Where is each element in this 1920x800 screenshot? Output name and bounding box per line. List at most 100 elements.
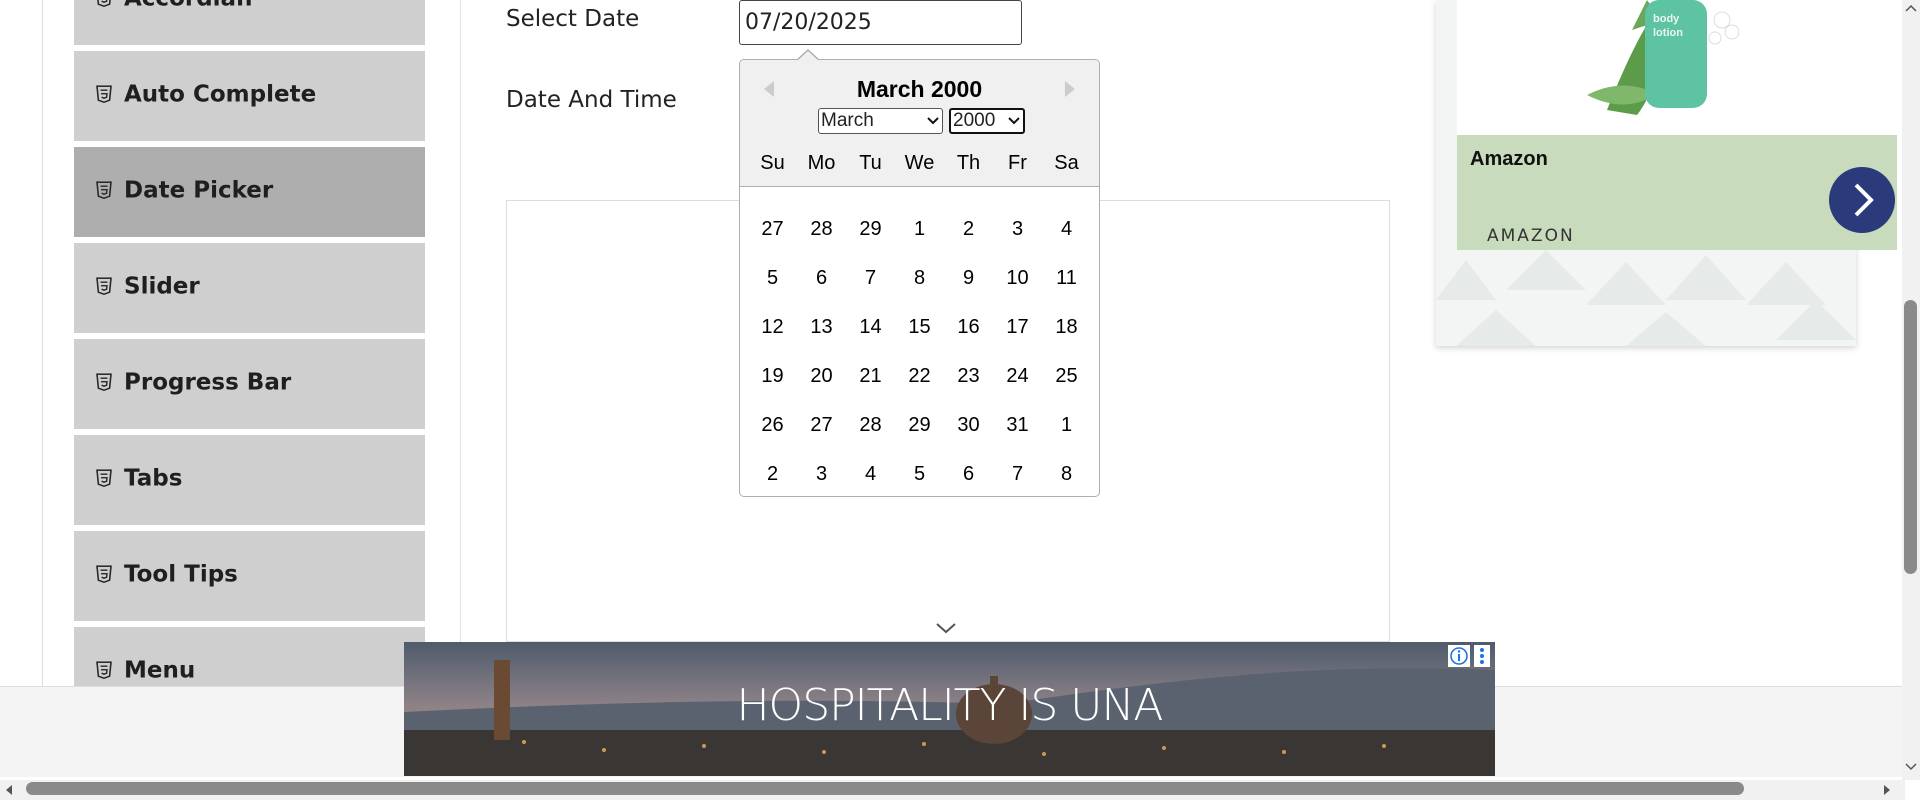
html5-icon <box>96 181 112 200</box>
day-cell[interactable]: 5 <box>748 267 797 290</box>
sidebar-item-label: Accordian <box>124 0 252 12</box>
year-select[interactable]: 2000 <box>949 108 1025 134</box>
sidebar-item-progress-bar[interactable]: Progress Bar <box>74 339 425 432</box>
day-cell[interactable]: 6 <box>797 267 846 290</box>
day-cell[interactable]: 14 <box>846 316 895 339</box>
day-cell[interactable]: 27 <box>797 414 846 437</box>
day-cell[interactable]: 15 <box>895 316 944 339</box>
chevron-down-icon <box>927 117 939 125</box>
day-cell[interactable]: 7 <box>993 463 1042 486</box>
ad-product-image[interactable]: body lotion <box>1457 0 1897 135</box>
day-cell[interactable]: 21 <box>846 365 895 388</box>
month-select[interactable]: March <box>818 108 943 134</box>
day-cell[interactable]: 7 <box>846 267 895 290</box>
html5-icon <box>96 373 112 392</box>
html5-icon <box>96 661 112 680</box>
ad-brand[interactable]: Amazon <box>1470 148 1548 171</box>
sidebar-item-slider[interactable]: Slider <box>74 243 425 336</box>
day-cell[interactable]: 25 <box>1042 365 1091 388</box>
datepicker-pointer-fill <box>797 51 819 61</box>
sidebar-item-accordian[interactable]: Accordian <box>74 0 425 48</box>
scroll-up-icon[interactable] <box>1902 2 1920 16</box>
day-cell[interactable]: 29 <box>846 218 895 241</box>
datepicker-header: March 2000 March 2000 Su Mo Tu We Th Fr Sa <box>740 60 1099 187</box>
day-cell[interactable]: 27 <box>748 218 797 241</box>
day-cell[interactable]: 12 <box>748 316 797 339</box>
sidebar-item-label: Tabs <box>124 465 183 492</box>
day-of-week-label: Tu <box>859 152 882 174</box>
chevron-down-icon <box>1008 117 1020 125</box>
day-cell[interactable]: 3 <box>797 463 846 486</box>
scroll-right-icon[interactable] <box>1880 780 1894 800</box>
day-cell[interactable]: 2 <box>944 218 993 241</box>
chevron-down-icon[interactable] <box>934 620 958 636</box>
info-icon[interactable] <box>1448 645 1470 667</box>
day-cell[interactable]: 2 <box>748 463 797 486</box>
svg-text:body: body <box>1653 13 1680 25</box>
day-cell[interactable]: 16 <box>944 316 993 339</box>
sidebar-item-auto-complete[interactable]: Auto Complete <box>74 51 425 144</box>
day-cell[interactable]: 26 <box>748 414 797 437</box>
day-cell[interactable]: 1 <box>1042 414 1091 437</box>
scroll-left-icon[interactable] <box>2 780 16 800</box>
sidebar: Accordian Auto Complete Date Picker Slider P… <box>74 0 425 720</box>
sidebar-item-tabs[interactable]: Tabs <box>74 435 425 528</box>
html5-icon <box>97 0 111 8</box>
ad-go-button[interactable] <box>1829 167 1895 233</box>
day-of-week-row: Su Mo Tu We Th Fr Sa <box>748 152 1092 175</box>
date-and-time-label: Date And Time <box>506 87 677 113</box>
day-cell[interactable]: 8 <box>1042 463 1091 486</box>
day-cell[interactable]: 23 <box>944 365 993 388</box>
week-row: 27 28 29 1 2 3 4 <box>748 205 1092 254</box>
sidebar-item-tool-tips[interactable]: Tool Tips <box>74 531 425 624</box>
day-cell[interactable]: 28 <box>846 414 895 437</box>
year-select-value: 2000 <box>953 110 996 131</box>
day-cell[interactable]: 3 <box>993 218 1042 241</box>
day-cell[interactable]: 24 <box>993 365 1042 388</box>
week-row: 26 27 28 29 30 31 1 <box>748 401 1092 450</box>
month-select-value: March <box>821 110 874 131</box>
day-cell[interactable]: 1 <box>895 218 944 241</box>
day-cell[interactable]: 30 <box>944 414 993 437</box>
sidebar-item-label: Slider <box>124 273 200 300</box>
horizontal-scroll-thumb[interactable] <box>26 782 1744 795</box>
day-cell[interactable]: 19 <box>748 365 797 388</box>
scroll-down-icon[interactable] <box>1902 760 1920 774</box>
vertical-scroll-thumb[interactable] <box>1904 300 1917 574</box>
triangle-right-icon[interactable] <box>1059 78 1079 100</box>
sidebar-item-label: Auto Complete <box>124 81 317 108</box>
day-cell[interactable]: 9 <box>944 267 993 290</box>
day-cell[interactable]: 31 <box>993 414 1042 437</box>
day-cell[interactable]: 22 <box>895 365 944 388</box>
day-cell[interactable]: 4 <box>1042 218 1091 241</box>
day-cell[interactable]: 10 <box>993 267 1042 290</box>
day-of-week-label: Mo <box>807 152 836 174</box>
sidebar-item-label: Date Picker <box>124 177 274 204</box>
week-row: 19 20 21 22 23 24 25 <box>748 352 1092 401</box>
ad-domain[interactable]: AMAZON <box>1487 226 1575 246</box>
svg-text:lotion: lotion <box>1653 27 1683 39</box>
banner-headline: HOSPITALITY IS UNA <box>736 680 1163 731</box>
day-cell[interactable]: 4 <box>846 463 895 486</box>
datepicker-month-grid: 27 28 29 1 2 3 4 5 6 7 8 9 10 11 12 13 14 15 16 17 18 19 20 21 2… <box>748 205 1092 499</box>
week-row: 2345678 <box>748 450 1092 499</box>
day-of-week-label: Sa <box>1054 152 1079 174</box>
day-cell[interactable]: 29 <box>895 414 944 437</box>
day-cell[interactable]: 8 <box>895 267 944 290</box>
day-cell[interactable]: 13 <box>797 316 846 339</box>
day-cell[interactable]: 28 <box>797 218 846 241</box>
datepicker: March 2000 March 2000 Su Mo Tu We Th Fr Sa 27 2… <box>739 59 1100 497</box>
day-of-week-label: We <box>904 152 935 174</box>
day-cell[interactable]: 5 <box>895 463 944 486</box>
select-date-input[interactable] <box>739 0 1022 45</box>
day-cell[interactable]: 20 <box>797 365 846 388</box>
html5-icon <box>96 85 112 104</box>
sidebar-item-date-picker[interactable]: Date Picker <box>74 147 425 240</box>
day-cell[interactable]: 6 <box>944 463 993 486</box>
bottom-banner-ad[interactable]: HOSPITALITY IS UNA <box>404 642 1495 776</box>
sidebar-edge <box>42 0 43 686</box>
day-cell[interactable]: 18 <box>1042 316 1091 339</box>
day-cell[interactable]: 17 <box>993 316 1042 339</box>
day-cell[interactable]: 11 <box>1042 267 1091 290</box>
kebab-menu-icon[interactable] <box>1474 645 1490 667</box>
